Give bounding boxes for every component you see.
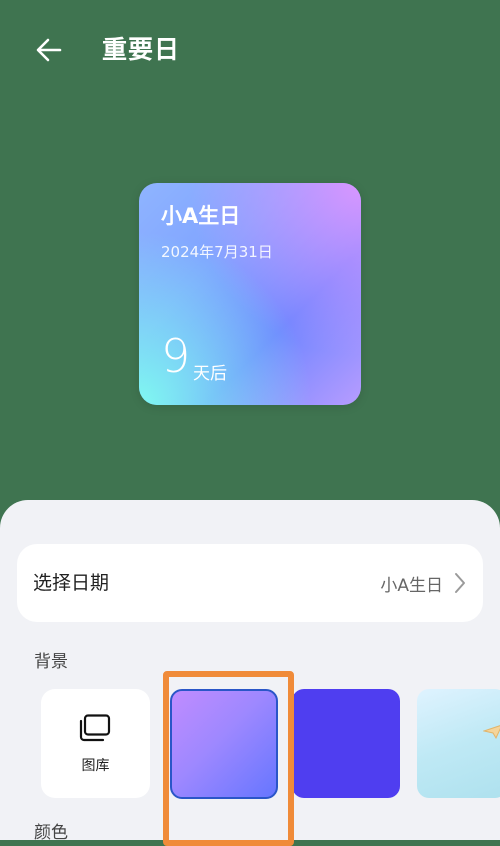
background-swatch-sky[interactable] <box>417 689 500 798</box>
widget-days-unit: 天后 <box>193 364 227 384</box>
gallery-button[interactable]: 图库 <box>41 689 150 798</box>
back-button[interactable] <box>30 30 70 70</box>
color-section-label: 颜色 <box>34 823 68 843</box>
widget-date: 2024年7月31日 <box>161 243 273 261</box>
top-bar: 重要日 <box>0 0 500 100</box>
background-swatch-purple-gradient[interactable] <box>170 689 278 799</box>
widget-title: 小A生日 <box>161 204 241 228</box>
widget-days-count: 9 <box>161 329 191 383</box>
countdown-widget-preview: 小A生日 2024年7月31日 9 天后 <box>139 183 361 405</box>
gallery-stack-icon <box>79 714 111 742</box>
arrow-left-icon <box>36 38 62 62</box>
page-title: 重要日 <box>102 35 181 64</box>
gallery-label: 图库 <box>81 758 110 774</box>
paper-plane-icon <box>483 725 500 739</box>
background-section-label: 背景 <box>34 652 68 672</box>
chevron-right-icon <box>455 573 465 593</box>
background-swatch-indigo[interactable] <box>292 689 400 798</box>
select-date-label: 选择日期 <box>33 572 110 594</box>
select-date-value: 小A生日 <box>380 576 443 596</box>
select-date-row[interactable]: 选择日期 小A生日 <box>17 544 483 622</box>
